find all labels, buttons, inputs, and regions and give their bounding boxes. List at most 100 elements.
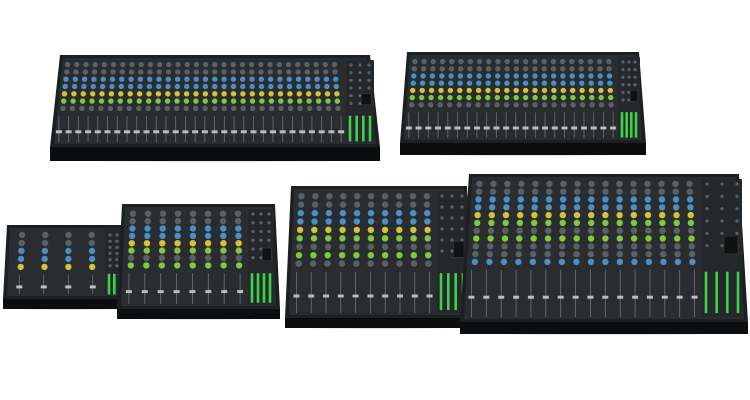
master-knob [705,219,709,223]
knob [644,196,651,203]
knob [616,211,623,219]
master-fader [625,112,628,138]
knob [333,76,339,82]
master-knob [705,207,709,211]
knob [631,243,638,250]
master-knob [633,83,637,87]
knob [395,201,403,208]
knob [276,69,283,75]
knob [588,188,595,195]
knob [324,252,331,259]
knob [137,76,144,82]
master-knob [627,67,631,72]
knob [421,58,427,65]
fader-cap [94,130,101,134]
knob [501,235,509,242]
master-knob [621,67,625,72]
knob [476,180,483,188]
master-knob [621,75,625,79]
knob [65,231,72,239]
knob [686,188,693,195]
master-knob [633,60,637,64]
knob [573,243,580,250]
knob [531,196,539,203]
master-knob [440,249,444,253]
knob [240,76,246,82]
fader-cap [557,295,564,299]
master-knob [358,94,362,98]
knob [128,240,135,247]
fader-cap [600,126,607,130]
knob [410,209,417,217]
knob [457,80,463,86]
master-knob [735,182,739,186]
knob [88,105,95,112]
knob [268,83,274,90]
master-knob [621,98,625,102]
fader-cap [157,290,164,294]
knob [297,98,303,104]
knob [249,76,255,82]
knob [314,83,321,90]
fader-cap [468,295,475,299]
knob [367,260,374,267]
knob [64,61,71,68]
knob [551,80,557,86]
master-knob [705,182,709,186]
master-fader [630,112,633,138]
knob [602,219,609,227]
knob [221,98,227,104]
knob [473,235,480,242]
knob [409,201,417,208]
knob [588,204,595,211]
knob [71,83,78,90]
knob [119,69,126,75]
knob [430,66,436,72]
knob [310,243,317,250]
knob [602,250,609,258]
knob [458,58,464,65]
fader-cap [646,295,653,299]
knob [494,87,501,94]
knob [183,105,189,112]
master-fader [447,273,450,311]
fader-cap [237,290,244,294]
knob [128,232,136,240]
knob [235,247,242,254]
knob [674,250,681,258]
fader-cap [532,126,539,130]
knob [174,83,181,90]
knob [136,98,142,104]
knob [212,83,218,90]
knob [367,235,375,242]
fader-cap [571,126,578,130]
knob [410,226,417,234]
knob [541,102,548,108]
knob [588,211,595,219]
knob [559,211,566,219]
knob [616,204,623,211]
knob [109,83,115,90]
knob [515,243,523,250]
knob [189,217,197,225]
knob [147,76,153,82]
knob [332,69,338,75]
knob [602,196,609,203]
knob [129,225,136,232]
knob [17,263,24,271]
knob [220,254,227,262]
knob [579,80,585,86]
knob [202,76,209,82]
knob [311,226,318,234]
master-knob [627,60,631,64]
knob [220,262,227,269]
knob [127,98,133,104]
knob [472,250,479,258]
knob [616,180,623,188]
knob [212,98,218,104]
knob [212,76,218,82]
knob [159,217,166,225]
master-fader [368,115,372,142]
master-fader [107,273,111,295]
knob [659,227,666,234]
